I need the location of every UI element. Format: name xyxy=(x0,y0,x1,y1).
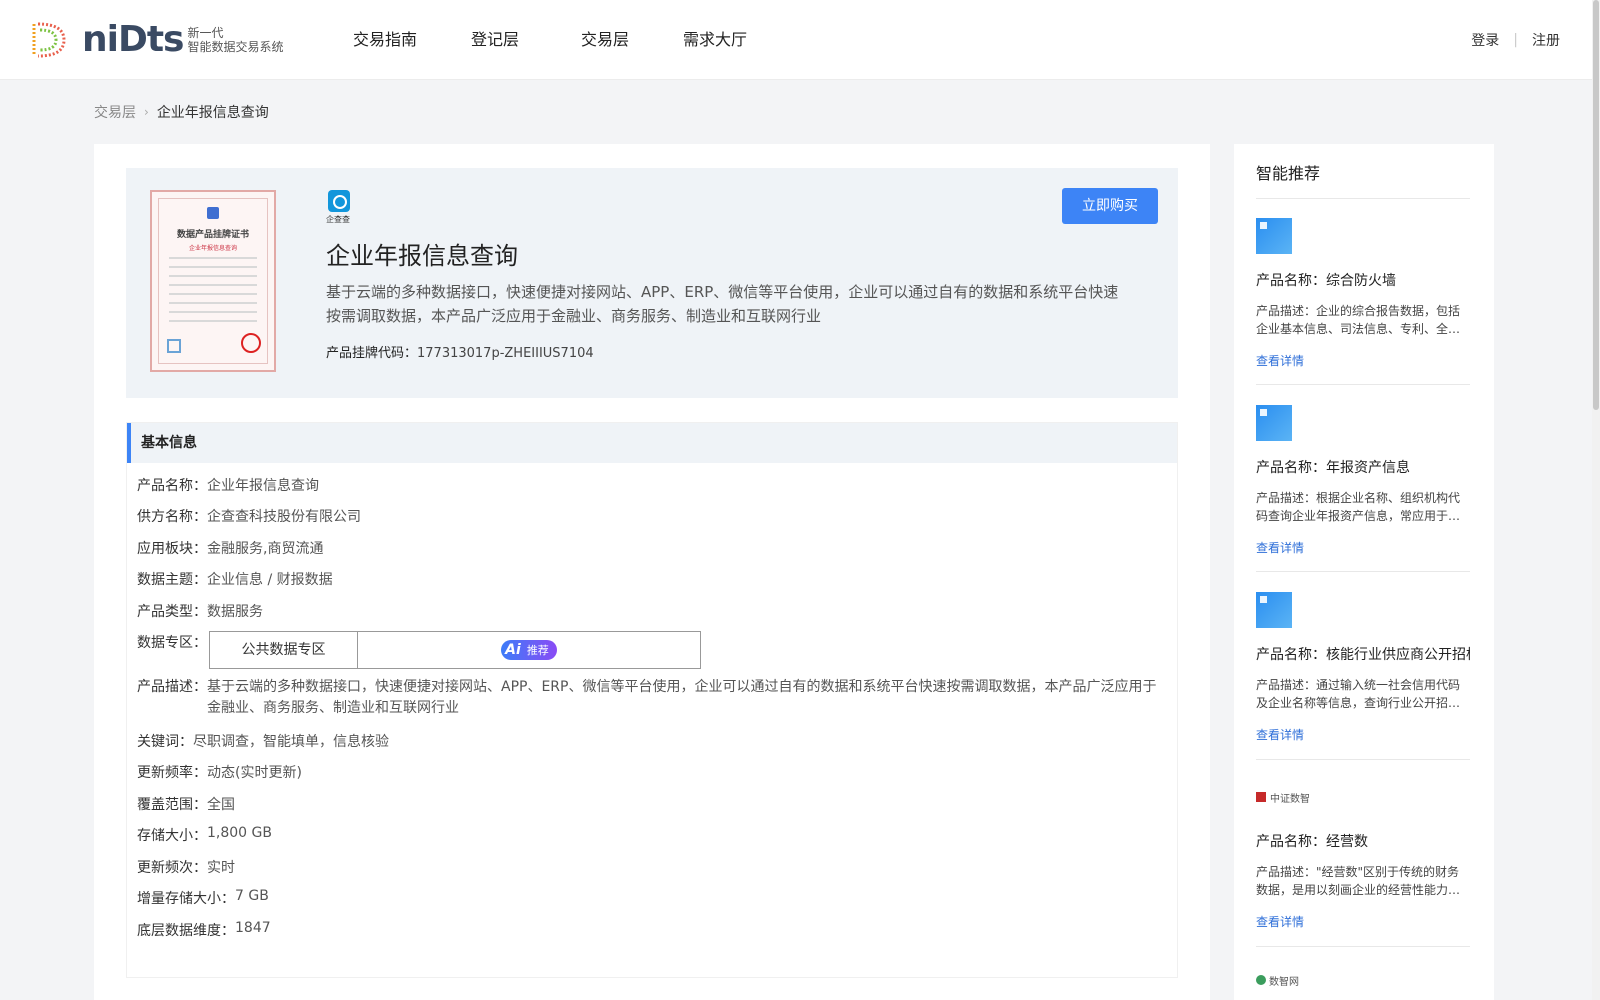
recommend-item-desc: 产品描述：企业的综合报告数据，包括企业基本信息、司法信息、专利、全… xyxy=(1256,304,1461,336)
product-summary: 基于云端的多种数据接口，快速便捷对接网站、APP、ERP、微信等平台使用，企业可… xyxy=(326,283,1119,325)
data-zone-name: 公共数据专区 xyxy=(210,632,358,668)
divider xyxy=(1256,946,1470,947)
view-details-link[interactable]: 查看详情 xyxy=(1256,913,1470,930)
basic-info-section: 基本信息 产品名称： 企业年报信息查询 供方名称： 企查查科技股份有限公司 应用板块… xyxy=(126,422,1178,978)
data-zone-table: 公共数据专区 Ai 推荐 xyxy=(209,631,701,669)
certificate-lines xyxy=(169,257,257,329)
view-details-link[interactable]: 查看详情 xyxy=(1256,539,1470,556)
breadcrumb-parent[interactable]: 交易层 xyxy=(94,102,136,122)
provider-logo-icon xyxy=(1256,792,1266,802)
divider xyxy=(1256,759,1470,760)
auth-links: 登录 | 注册 xyxy=(1471,0,1560,80)
nav-registration-layer[interactable]: 登记层 xyxy=(440,0,550,80)
brand-name: 企查查 xyxy=(326,215,350,224)
listing-code-label: 产品挂牌代码： xyxy=(326,346,418,361)
info-row-type: 产品类型： 数据服务 xyxy=(137,604,263,620)
recommend-item-desc: 产品描述：通过输入统一社会信用代码及企业名称等信息，查询行业公开招… xyxy=(1256,678,1461,710)
logo-mark-icon xyxy=(32,22,66,58)
nav-trade-guide[interactable]: 交易指南 xyxy=(330,0,440,80)
product-thumbnail xyxy=(1256,405,1292,441)
main-nav: 交易指南 登记层 交易层 需求大厅 xyxy=(330,0,770,80)
info-row-sector: 应用板块： 金融服务,商贸流通 xyxy=(137,541,324,557)
listing-code: 产品挂牌代码：177313017p-ZHEIIIUS7104 xyxy=(326,342,594,361)
top-header: niDts 新一代 智能数据交易系统 交易指南 登记层 交易层 需求大厅 登录 … xyxy=(0,0,1600,80)
recommend-item-desc: 产品描述：根据企业名称、组织机构代码查询企业年报资产信息，常应用于… xyxy=(1256,491,1461,523)
recommend-item[interactable]: 数智网 xyxy=(1256,962,1470,998)
recommend-item[interactable]: 产品名称：综合防火墙 产品描述：企业的综合报告数据，包括企业基本信息、司法信息、… xyxy=(1256,218,1470,369)
recommend-item[interactable]: 产品名称：核能行业供应商公开招标 产品描述：通过输入统一社会信用代码及企业名称等… xyxy=(1256,592,1470,743)
nav-trading-layer[interactable]: 交易层 xyxy=(550,0,660,80)
auth-divider: | xyxy=(1513,32,1518,48)
buy-now-button[interactable]: 立即购买 xyxy=(1062,188,1158,224)
info-row-dimensions: 底层数据维度： 1847 xyxy=(137,920,271,939)
qr-code-icon xyxy=(167,339,181,353)
info-row-theme: 数据主题： 企业信息 / 财报数据 xyxy=(137,572,333,588)
listing-certificate-image: 数据产品挂牌证书 企业年报信息查询 xyxy=(150,190,276,372)
ai-icon: Ai xyxy=(505,642,521,658)
product-hero: 数据产品挂牌证书 企业年报信息查询 企查查 企业年报信息查询 基于云端的多种数据… xyxy=(126,168,1178,398)
info-row-incremental-storage: 增量存储大小： 7 GB xyxy=(137,888,269,907)
brand-logo-icon xyxy=(328,190,350,212)
nav-demand-hall[interactable]: 需求大厅 xyxy=(660,0,770,80)
info-row-update-frequency: 更新频率： 动态(实时更新) xyxy=(137,765,302,781)
recommend-item-name: 产品名称：年报资产信息 xyxy=(1256,460,1410,476)
info-row-description: 产品描述： 基于云端的多种数据接口，快速便捷对接网站、APP、ERP、微信等平台使… xyxy=(137,679,1157,716)
login-link[interactable]: 登录 xyxy=(1471,30,1499,50)
provider-logo-icon xyxy=(1256,975,1266,985)
divider xyxy=(1256,198,1470,199)
info-row-supplier: 供方名称： 企查查科技股份有限公司 xyxy=(137,509,361,525)
ai-recommend-badge: Ai 推荐 xyxy=(501,640,557,660)
info-row-storage: 存储大小： 1,800 GB xyxy=(137,825,272,844)
logo-subtitle: 新一代 智能数据交易系统 xyxy=(187,26,284,54)
certificate-title: 数据产品挂牌证书 xyxy=(176,230,249,240)
recommend-tag: 推荐 xyxy=(526,644,549,657)
recommend-item-name: 产品名称：经营数 xyxy=(1256,834,1368,850)
recommend-item-name: 产品名称：核能行业供应商公开招标 xyxy=(1256,647,1470,663)
product-detail-card: 数据产品挂牌证书 企业年报信息查询 企查查 企业年报信息查询 基于云端的多种数据… xyxy=(94,144,1210,1000)
site-logo[interactable]: niDts 新一代 智能数据交易系统 xyxy=(28,20,284,60)
recommend-item[interactable]: 中证数智 产品名称：经营数 产品描述："经营数"区别于传统的财务数据，是用以刻画… xyxy=(1256,779,1470,930)
basic-info-heading: 基本信息 xyxy=(127,423,1177,463)
seal-stamp-icon xyxy=(241,333,261,353)
view-details-link[interactable]: 查看详情 xyxy=(1256,352,1470,369)
scrollbar-thumb[interactable] xyxy=(1593,0,1599,410)
product-title: 企业年报信息查询 xyxy=(326,242,518,270)
chevron-right-icon: › xyxy=(144,105,149,119)
certificate-subtitle: 企业年报信息查询 xyxy=(188,245,237,252)
certificate-logo-icon xyxy=(207,207,219,219)
register-link[interactable]: 注册 xyxy=(1532,30,1560,50)
recommend-item-name: 产品名称：综合防火墙 xyxy=(1256,273,1396,289)
product-thumbnail xyxy=(1256,218,1292,254)
breadcrumb-current: 企业年报信息查询 xyxy=(156,105,269,121)
divider xyxy=(1256,571,1470,572)
page-scrollbar[interactable] xyxy=(1592,0,1600,1000)
product-thumbnail xyxy=(1256,592,1292,628)
info-row-coverage: 覆盖范围： 全国 xyxy=(137,797,235,813)
info-row-name: 产品名称： 企业年报信息查询 xyxy=(137,478,319,494)
info-row-keywords: 关键词： 尽职调查，智能填单，信息核验 xyxy=(137,734,389,750)
provider-logo: 中证数智 xyxy=(1256,779,1470,815)
sidebar-title: 智能推荐 xyxy=(1256,164,1321,183)
info-row-zone: 数据专区： xyxy=(137,635,207,651)
logo-wordmark: niDts xyxy=(82,19,184,60)
divider xyxy=(1256,384,1470,385)
info-row-update-times: 更新频次： 实时 xyxy=(137,860,235,876)
recommendation-sidebar: 智能推荐 产品名称：综合防火墙 产品描述：企业的综合报告数据，包括企业基本信息、… xyxy=(1234,144,1494,1000)
breadcrumb: 交易层 › 企业年报信息查询 xyxy=(94,102,269,122)
listing-code-value: 177313017p-ZHEIIIUS7104 xyxy=(417,346,594,361)
view-details-link[interactable]: 查看详情 xyxy=(1256,726,1470,743)
recommend-item-desc: 产品描述："经营数"区别于传统的财务数据，是用以刻画企业的经营性能力… xyxy=(1256,865,1461,897)
recommend-item[interactable]: 产品名称：年报资产信息 产品描述：根据企业名称、组织机构代码查询企业年报资产信息… xyxy=(1256,405,1470,556)
provider-logo: 数智网 xyxy=(1256,962,1470,998)
